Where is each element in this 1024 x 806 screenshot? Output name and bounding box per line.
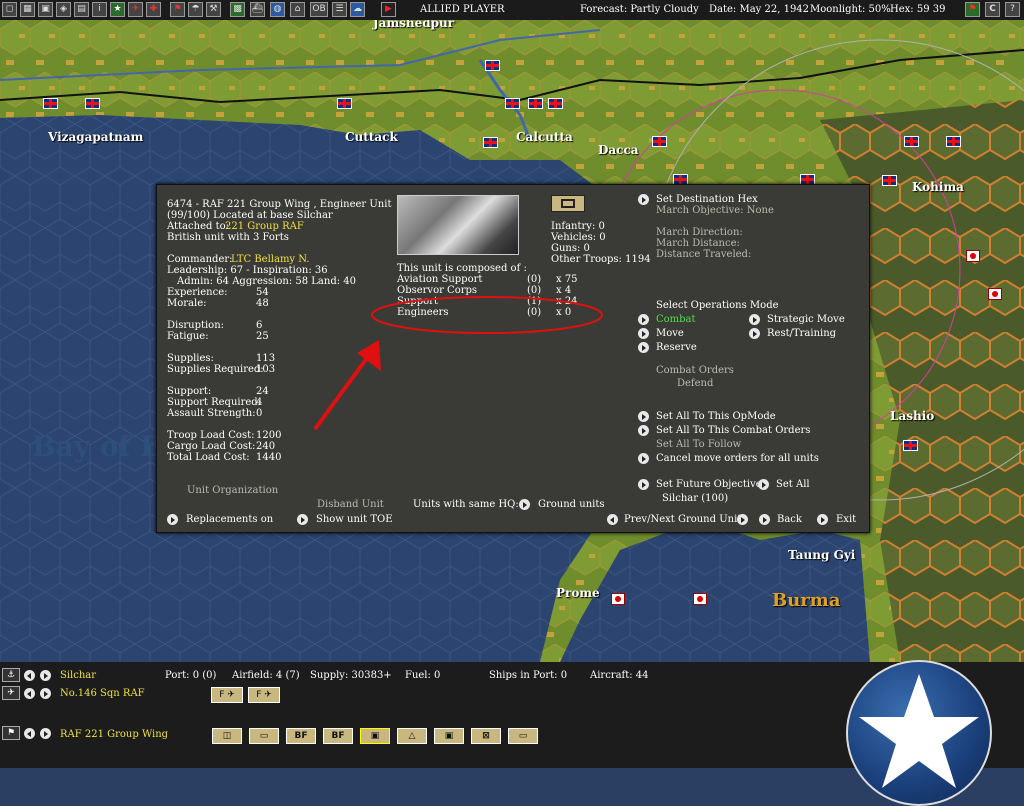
sea-label-bay-of-bengal: Bay of B (32, 430, 164, 463)
close-icon[interactable]: C (985, 2, 1000, 17)
convoy-icon[interactable]: ⛴ (250, 2, 265, 17)
allied-base-flag[interactable] (652, 136, 667, 147)
info-icon[interactable]: i (92, 2, 107, 17)
city-label-kohima: Kohima (912, 180, 964, 194)
base-name-link[interactable]: Silchar (60, 670, 96, 681)
base-anchor-icon[interactable]: ⚓ (2, 668, 20, 682)
allied-base-flag[interactable] (904, 136, 919, 147)
flag-icon[interactable]: ⚑ (170, 2, 185, 17)
ob-button[interactable]: OB (310, 2, 328, 17)
top-toolbar: ◻ ▦ ▣ ◈ ▤ i ★ ✈ ✚ ⚑ ☂ ⚒ ▩ ⛴ ◍ ⌂ OB ☰ ☁ ▶… (0, 0, 1024, 21)
allied-base-flag[interactable] (43, 98, 58, 109)
allied-base-flag[interactable] (548, 98, 563, 109)
player-label: ALLIED PLAYER (420, 4, 505, 15)
unit-counter-support[interactable]: ▭ (508, 728, 538, 744)
supply-info: Supply: 30383+ (310, 670, 392, 681)
supply-icon[interactable]: ⚒ (206, 2, 221, 17)
prev-base-button[interactable] (24, 670, 35, 681)
unit-detail-panel: 6474 - RAF 221 Group Wing , Engineer Uni… (156, 184, 870, 533)
japanese-base-flag[interactable] (988, 288, 1002, 300)
air-unit-icon[interactable]: ✈ (2, 686, 20, 700)
unit-counter-engineer[interactable]: ▣ (434, 728, 464, 744)
city-label-jamshedpur: Jamshedpur (373, 20, 455, 30)
unit-counter-bf[interactable]: BF (286, 728, 316, 744)
play-icon[interactable]: ▶ (381, 2, 396, 17)
red-annotation (313, 296, 603, 431)
next-ground-unit-bar-button[interactable] (40, 728, 51, 739)
report-icon[interactable]: ☰ (332, 2, 347, 17)
base-icon[interactable]: ⌂ (290, 2, 305, 17)
weather-icon[interactable]: ☂ (188, 2, 203, 17)
map-view-icon[interactable]: ◻ (2, 2, 17, 17)
unit-icon[interactable]: ✚ (146, 2, 161, 17)
grid-icon[interactable]: ▦ (20, 2, 35, 17)
aircraft-info: Aircraft: 44 (590, 670, 649, 681)
city-label-calcutta: Calcutta (516, 130, 573, 144)
flag-icon[interactable]: ⚑ (965, 2, 980, 17)
prev-squadron-button[interactable] (24, 688, 35, 699)
allied-base-flag[interactable] (337, 98, 352, 109)
ground-list-icon[interactable]: ▤ (74, 2, 89, 17)
unit-counter-hq[interactable]: ◫ (212, 728, 242, 744)
fighter-aircraft-button[interactable]: F ✈ (211, 687, 243, 703)
fuel-info: Fuel: 0 (405, 670, 441, 681)
star-icon[interactable]: ★ (110, 2, 125, 17)
fighter-aircraft-button[interactable]: F ✈ (248, 687, 280, 703)
ground-unit-link[interactable]: RAF 221 Group Wing (60, 729, 168, 740)
unit-counter-engineer-selected[interactable]: ▣ (360, 728, 390, 744)
airfield-info: Airfield: 4 (7) (232, 670, 300, 681)
prev-ground-unit-bar-button[interactable] (24, 728, 35, 739)
allied-star-roundel-logo (846, 660, 992, 806)
globe-icon[interactable]: ◍ (270, 2, 285, 17)
help-icon[interactable]: ? (1005, 2, 1020, 17)
unit-counter-artillery[interactable]: △ (397, 728, 427, 744)
ships-icon[interactable]: ▣ (38, 2, 53, 17)
allied-base-flag[interactable] (85, 98, 100, 109)
allied-base-flag[interactable] (528, 98, 543, 109)
squadron-link[interactable]: No.146 Sqn RAF (60, 688, 145, 699)
unit-counter-bf[interactable]: BF (323, 728, 353, 744)
hex-label: Hex: 59 39 (890, 4, 946, 15)
allied-base-flag[interactable] (505, 98, 520, 109)
aircraft-icon[interactable]: ✈ (128, 2, 143, 17)
cloud-icon[interactable]: ☁ (350, 2, 365, 17)
city-label-prome: Prome (556, 586, 600, 600)
japanese-base-flag[interactable] (966, 250, 980, 262)
next-squadron-button[interactable] (40, 688, 51, 699)
city-label-vizagapatnam: Vizagapatnam (48, 130, 144, 144)
region-label-burma: Burma (772, 590, 841, 611)
red-annotation-circle (371, 296, 603, 334)
ground-unit-flag-icon[interactable]: ⚑ (2, 726, 20, 740)
ships-in-port-info: Ships in Port: 0 (489, 670, 568, 681)
air-icon[interactable]: ◈ (56, 2, 71, 17)
allied-base-flag[interactable] (946, 136, 961, 147)
unit-counter-infantry[interactable]: ⊠ (471, 728, 501, 744)
japanese-base-flag[interactable] (611, 593, 625, 605)
port-info: Port: 0 (0) (165, 670, 217, 681)
date-label: Date: May 22, 1942 (709, 4, 810, 15)
terrain-icon[interactable]: ▩ (230, 2, 245, 17)
city-label-lashio: Lashio (890, 409, 935, 423)
city-label-cuttack: Cuttack (345, 130, 398, 144)
city-label-dacca: Dacca (598, 143, 639, 157)
unit-counter-armor[interactable]: ▭ (249, 728, 279, 744)
allied-base-flag[interactable] (882, 175, 897, 186)
moonlight-label: Moonlight: 50% (810, 4, 891, 15)
next-base-button[interactable] (40, 670, 51, 681)
allied-base-flag[interactable] (483, 137, 498, 148)
japanese-base-flag[interactable] (693, 593, 707, 605)
allied-base-flag[interactable] (485, 60, 500, 71)
forecast-label: Forecast: Partly Cloudy (580, 4, 699, 15)
city-label-taung-gyi: Taung Gyi (788, 548, 856, 562)
allied-base-flag[interactable] (903, 440, 918, 451)
